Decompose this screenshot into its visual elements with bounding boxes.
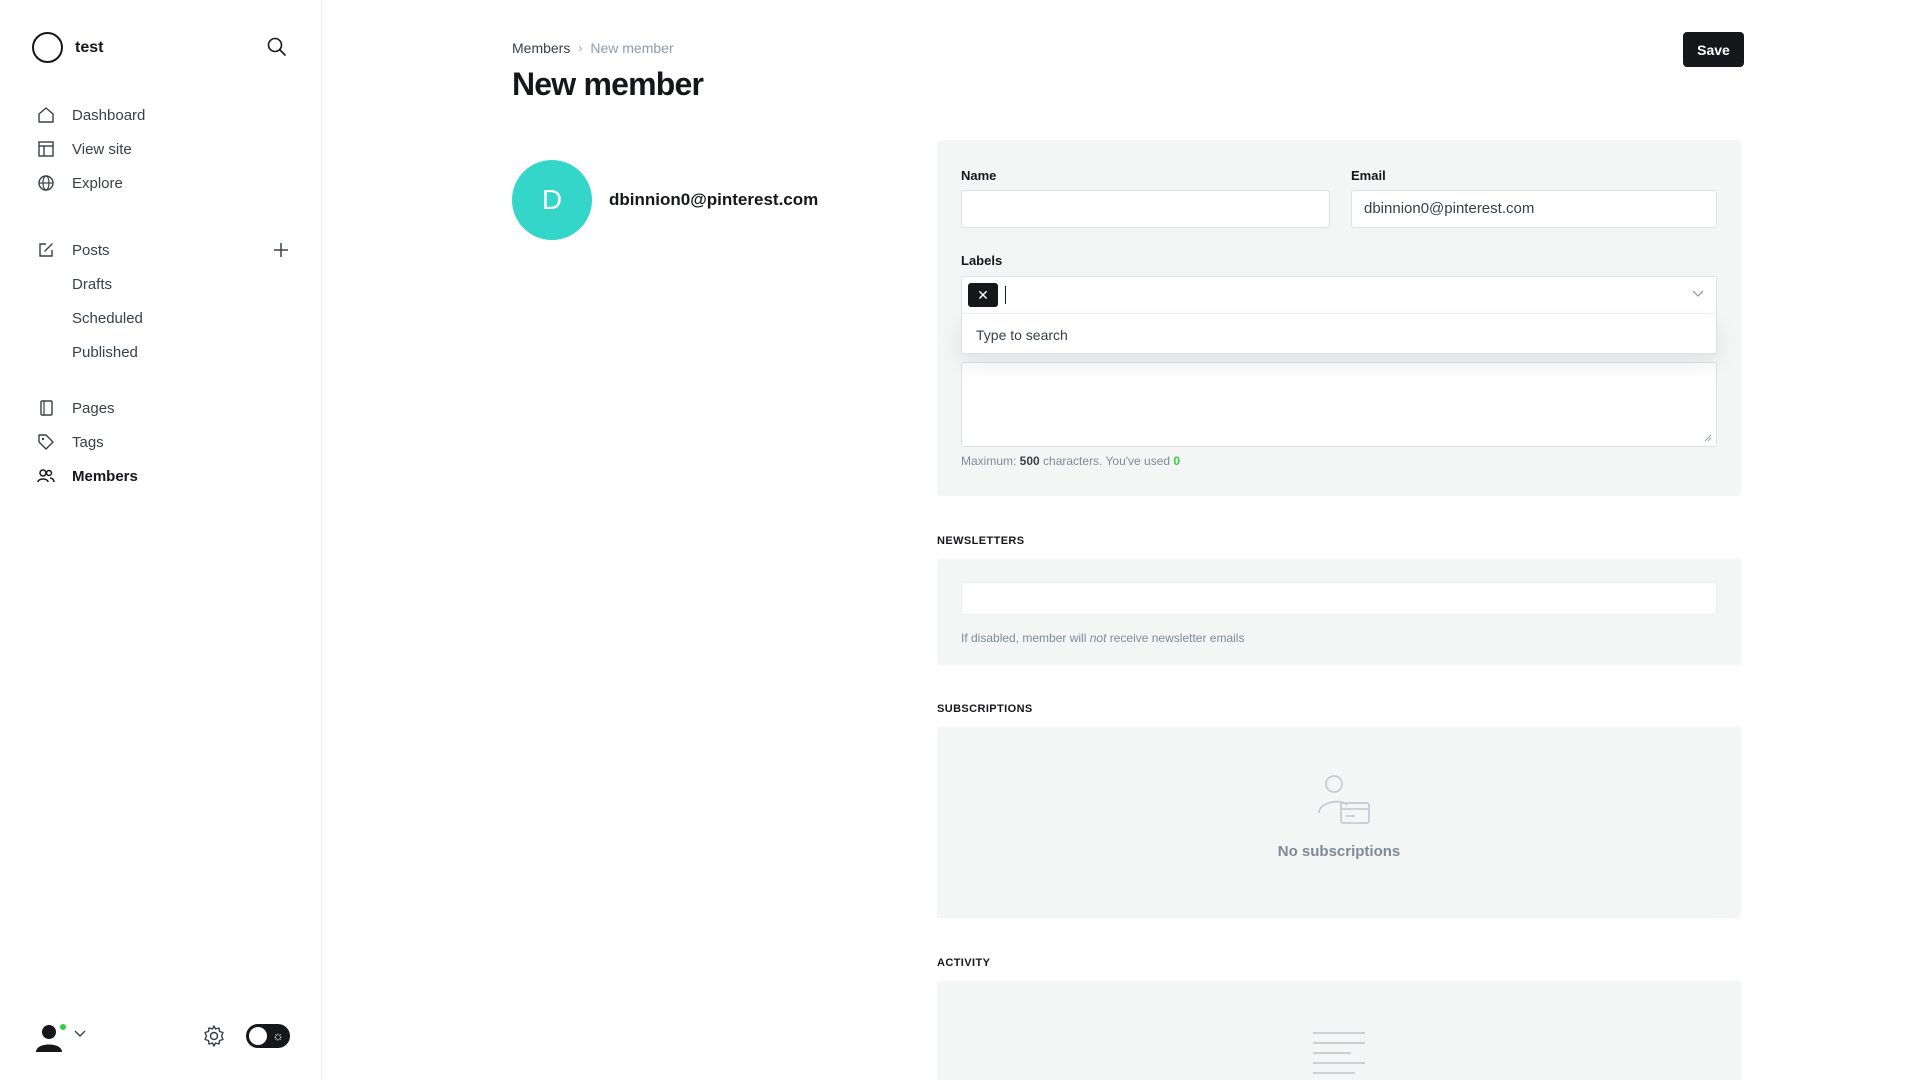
- new-post-button[interactable]: [270, 233, 292, 267]
- member-avatar: D: [512, 160, 592, 240]
- user-menu-button[interactable]: [36, 1022, 68, 1052]
- sidebar-footer: ☼: [36, 1020, 292, 1060]
- online-status-dot: [58, 1022, 68, 1032]
- breadcrumb-current: New member: [590, 40, 674, 56]
- help-prefix: If disabled, member will: [961, 631, 1090, 645]
- page-title: New member: [512, 66, 704, 102]
- newsletters-heading: NEWSLETTERS: [937, 535, 1025, 547]
- nav-label: Dashboard: [72, 106, 146, 124]
- subscriptions-heading: SUBSCRIPTIONS: [937, 703, 1033, 715]
- app-root: test Dashboard View site Explore Posts D…: [0, 0, 1920, 1080]
- nav-label: Posts: [72, 241, 110, 259]
- primary-nav: Dashboard View site Explore: [36, 98, 296, 200]
- char-count-max: 500: [1019, 454, 1040, 468]
- member-details-panel: Name Email dbinnion0@pinterest.com Label…: [937, 140, 1741, 496]
- secondary-nav: Pages Tags Members: [36, 391, 296, 493]
- nav-label: Members: [72, 467, 138, 485]
- activity-panel: [937, 981, 1741, 1080]
- nav-item-drafts[interactable]: Drafts: [36, 267, 296, 301]
- text-caret: [1005, 286, 1006, 304]
- email-input[interactable]: dbinnion0@pinterest.com: [1351, 190, 1717, 228]
- sidebar: test Dashboard View site Explore Posts D…: [0, 0, 322, 1080]
- nav-item-members[interactable]: Members: [36, 459, 296, 493]
- name-input[interactable]: [961, 190, 1330, 228]
- nav-item-view-site[interactable]: View site: [36, 132, 296, 166]
- settings-button[interactable]: [202, 1024, 226, 1053]
- subscriptions-empty-state: No subscriptions: [1277, 843, 1401, 860]
- member-summary: D dbinnion0@pinterest.com: [512, 160, 818, 240]
- nav-item-posts[interactable]: Posts: [36, 233, 296, 267]
- site-name: test: [75, 38, 104, 56]
- content-nav: Posts Drafts Scheduled Published: [36, 233, 296, 369]
- char-count-used: 0: [1173, 454, 1181, 468]
- nav-item-scheduled[interactable]: Scheduled: [36, 301, 296, 335]
- layout-icon: [36, 139, 56, 159]
- email-label: Email: [1351, 168, 1386, 183]
- search-button[interactable]: [266, 36, 288, 58]
- note-textarea[interactable]: [961, 362, 1717, 447]
- tag-icon: [36, 432, 56, 452]
- sun-icon: ☼: [272, 1028, 284, 1043]
- theme-toggle[interactable]: ☼: [246, 1024, 290, 1048]
- chevron-down-icon[interactable]: [74, 1030, 86, 1038]
- member-card-icon: [1318, 775, 1370, 824]
- plus-icon: [274, 243, 288, 257]
- nav-item-explore[interactable]: Explore: [36, 166, 296, 200]
- nav-item-dashboard[interactable]: Dashboard: [36, 98, 296, 132]
- globe-icon: [36, 173, 56, 193]
- save-button[interactable]: Save: [1683, 32, 1744, 67]
- labels-select[interactable]: ✕: [961, 276, 1717, 314]
- nav-item-pages[interactable]: Pages: [36, 391, 296, 425]
- newsletters-panel: If disabled, member will not receive new…: [937, 559, 1741, 665]
- breadcrumb: Members › New member: [512, 40, 674, 56]
- nav-label: View site: [72, 140, 132, 158]
- nav-item-tags[interactable]: Tags: [36, 425, 296, 459]
- dropdown-hint: Type to search: [976, 327, 1068, 343]
- resize-handle-icon[interactable]: [1704, 434, 1712, 442]
- edit-icon: [36, 240, 56, 260]
- nav-label: Tags: [72, 433, 104, 451]
- gear-icon: [204, 1025, 224, 1047]
- search-icon: [267, 37, 286, 56]
- nav-item-published[interactable]: Published: [36, 335, 296, 369]
- toggle-knob: [249, 1027, 267, 1045]
- page-icon: [36, 398, 56, 418]
- chevron-down-icon[interactable]: [1692, 290, 1704, 298]
- site-logo-icon: [32, 32, 63, 63]
- home-icon: [36, 105, 56, 125]
- char-count-mid: characters. You've used: [1039, 454, 1174, 468]
- nav-label: Pages: [72, 399, 115, 417]
- site-brand[interactable]: test: [32, 32, 103, 63]
- help-emphasis: not: [1089, 631, 1107, 645]
- activity-list-icon: [1313, 1032, 1365, 1074]
- breadcrumb-members-link[interactable]: Members: [512, 40, 570, 56]
- nav-label: Explore: [72, 174, 123, 192]
- activity-heading: ACTIVITY: [937, 957, 991, 969]
- help-suffix: receive newsletter emails: [1106, 631, 1245, 645]
- newsletter-row[interactable]: [961, 582, 1717, 615]
- members-icon: [36, 466, 56, 486]
- newsletter-help-text: If disabled, member will not receive new…: [961, 631, 1244, 645]
- label-token-remove-button[interactable]: ✕: [968, 283, 998, 307]
- character-count: Maximum: 500 characters. You've used 0: [961, 454, 1180, 468]
- labels-dropdown: Type to search: [961, 313, 1717, 354]
- member-email: dbinnion0@pinterest.com: [609, 190, 819, 209]
- chevron-right-icon: ›: [578, 41, 583, 55]
- char-count-prefix: Maximum:: [961, 454, 1020, 468]
- subscriptions-panel: No subscriptions: [937, 727, 1741, 918]
- labels-label: Labels: [961, 253, 1003, 268]
- name-label: Name: [961, 168, 997, 183]
